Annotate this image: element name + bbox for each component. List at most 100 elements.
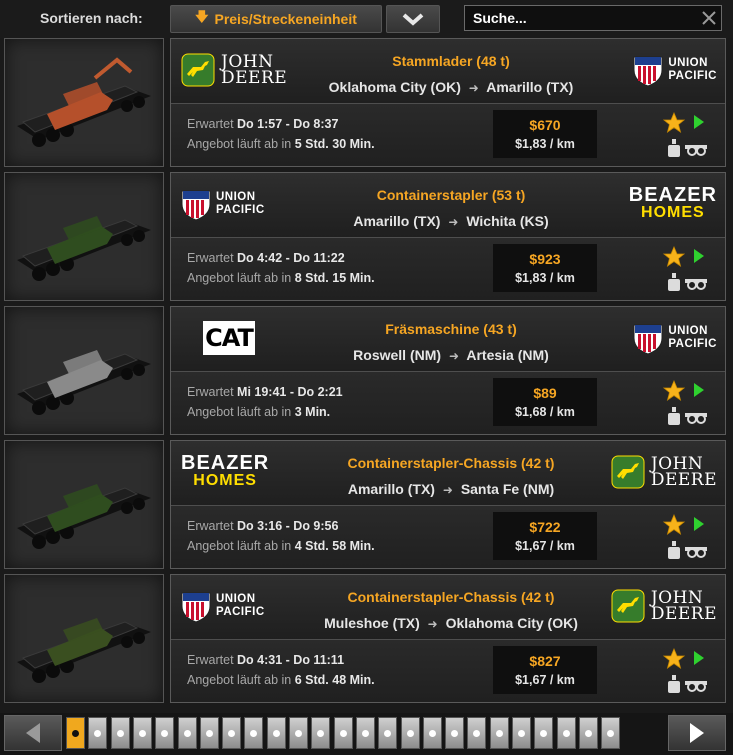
previous-page-button[interactable] [4, 715, 62, 751]
expected-label: Erwartet [187, 251, 234, 265]
john-deere-deer-icon [611, 589, 645, 623]
job-card[interactable]: UNION PACIFIC Containerstapler-Chassis (4… [170, 574, 726, 703]
page-dot[interactable] [222, 717, 242, 749]
job-card[interactable]: UNION PACIFIC Containerstapler (53 t) Ama… [170, 172, 726, 301]
page-dot-marker [361, 729, 369, 737]
page-dot[interactable] [333, 717, 353, 749]
route: Oklahoma City (OK) ➜ Amarillo (TX) [281, 79, 621, 95]
trailer-icon [685, 681, 707, 692]
page-dot[interactable] [556, 717, 576, 749]
destination-company-logo: BEAZER HOMES [607, 179, 717, 229]
cargo-thumbnail-icon [17, 215, 151, 281]
page-dot[interactable] [88, 717, 108, 749]
page-dot[interactable] [578, 717, 598, 749]
page-dot-marker [272, 729, 280, 737]
next-page-button[interactable] [668, 715, 726, 751]
john-deere-logo: JOHN DEERE [611, 455, 717, 489]
cargo-name: Containerstapler-Chassis (42 t) [347, 455, 555, 471]
page-dot[interactable] [400, 717, 420, 749]
destination-company-logo: UNION PACIFIC [607, 313, 717, 363]
job-details: Erwartet Do 4:42 - Do 11:22 Angebot läuf… [171, 238, 725, 300]
job-price: $827 [529, 653, 561, 669]
page-dot-marker [205, 729, 213, 737]
destination-company-logo: JOHN DEERE [607, 581, 717, 631]
destination-city: Oklahoma City (OK) [445, 615, 578, 631]
page-dot-marker [518, 729, 525, 737]
job-header: UNION PACIFIC Containerstapler-Chassis (4… [171, 575, 725, 640]
job-row[interactable]: CAT Fräsmaschine (43 t) Roswell (NM) ➜ A… [4, 306, 726, 435]
page-dot[interactable] [601, 717, 621, 749]
page-dot[interactable] [512, 717, 531, 749]
route: Amarillo (TX) ➜ Wichita (KS) [281, 213, 621, 229]
page-dot[interactable] [467, 717, 487, 749]
page-dot[interactable] [489, 717, 509, 749]
union-pacific-logo: UNION PACIFIC [633, 53, 717, 87]
job-card[interactable]: BEAZER HOMES Containerstapler-Chassis (4… [170, 440, 726, 569]
job-details: Erwartet Do 3:16 - Do 9:56 Angebot läuft… [171, 506, 725, 568]
page-dot[interactable] [66, 717, 85, 749]
page-dot-marker [562, 729, 570, 737]
route-arrow-icon: ➜ [427, 617, 438, 631]
page-dot[interactable] [132, 717, 152, 749]
source-company-logo: BEAZER HOMES [181, 447, 291, 497]
job-card[interactable]: CAT Fräsmaschine (43 t) Roswell (NM) ➜ A… [170, 306, 726, 435]
offer-label: Angebot läuft ab in [187, 673, 292, 687]
page-dot[interactable] [177, 717, 197, 749]
expected-value: Do 3:16 - Do 9:56 [237, 519, 339, 533]
page-dot[interactable] [244, 717, 264, 749]
job-card[interactable]: JOHN DEERE Stammlader (48 t) Oklahoma Cit… [170, 38, 726, 167]
price-per-km: $1,67 / km [515, 539, 575, 553]
toolbar: Sortieren nach: 🡇 Preis/Streckeneinheit [0, 0, 733, 38]
cargo-thumbnail [4, 172, 164, 301]
price-box: $827 $1,67 / km [493, 646, 597, 694]
job-price: $89 [533, 385, 557, 401]
union-pacific-shield-icon [633, 324, 663, 355]
page-dot-marker [116, 729, 124, 737]
origin-city: Amarillo (TX) [353, 213, 441, 229]
page-dot[interactable] [422, 717, 442, 749]
page-dot[interactable] [289, 717, 308, 749]
sort-down-arrow-icon: 🡇 [195, 9, 209, 24]
source-company-logo: JOHN DEERE [181, 45, 291, 95]
page-dot[interactable] [311, 717, 331, 749]
job-row[interactable]: BEAZER HOMES Containerstapler-Chassis (4… [4, 440, 726, 569]
star-icon [663, 246, 685, 267]
page-dot[interactable] [110, 717, 130, 749]
page-dot[interactable] [355, 717, 375, 749]
search-input[interactable] [465, 9, 697, 27]
page-dot-marker [428, 729, 436, 737]
page-dot[interactable] [445, 717, 465, 749]
expected-time: Erwartet Mi 19:41 - Do 2:21 [187, 385, 343, 399]
price-box: $670 $1,83 / km [493, 110, 597, 158]
page-dot[interactable] [534, 717, 554, 749]
route: Amarillo (TX) ➜ Santa Fe (NM) [281, 481, 621, 497]
job-price: $722 [529, 519, 561, 535]
route-arrow-icon: ➜ [468, 81, 479, 95]
logo-line1: UNION [216, 593, 256, 605]
job-row[interactable]: JOHN DEERE Stammlader (48 t) Oklahoma Cit… [4, 38, 726, 167]
job-row[interactable]: UNION PACIFIC Containerstapler-Chassis (4… [4, 574, 726, 703]
sort-dropdown[interactable]: 🡇 Preis/Streckeneinheit [170, 5, 382, 33]
sort-order-toggle-button[interactable] [386, 5, 440, 33]
logo-line2: PACIFIC [668, 70, 717, 82]
union-pacific-logo: UNION PACIFIC [633, 321, 717, 355]
origin-city: Oklahoma City (OK) [328, 79, 461, 95]
union-pacific-shield-icon [633, 56, 663, 87]
expected-value: Do 1:57 - Do 8:37 [237, 117, 339, 131]
offer-label: Angebot läuft ab in [187, 405, 292, 419]
john-deere-deer-icon [611, 455, 645, 489]
cargo-name: Containerstapler (53 t) [376, 187, 526, 203]
page-dot[interactable] [266, 717, 286, 749]
page-dot[interactable] [378, 717, 398, 749]
page-dot[interactable] [155, 717, 175, 749]
source-company-logo: UNION PACIFIC [181, 179, 291, 229]
price-per-km: $1,67 / km [515, 673, 575, 687]
job-row[interactable]: UNION PACIFIC Containerstapler (53 t) Ama… [4, 172, 726, 301]
clear-search-button[interactable] [697, 6, 721, 30]
pagination [0, 713, 733, 755]
play-icon [694, 115, 704, 129]
job-details: Erwartet Do 1:57 - Do 8:37 Angebot läuft… [171, 104, 725, 166]
page-dot[interactable] [199, 717, 219, 749]
john-deere-deer-icon [181, 53, 215, 87]
offer-value: 6 Std. 48 Min. [294, 673, 375, 687]
